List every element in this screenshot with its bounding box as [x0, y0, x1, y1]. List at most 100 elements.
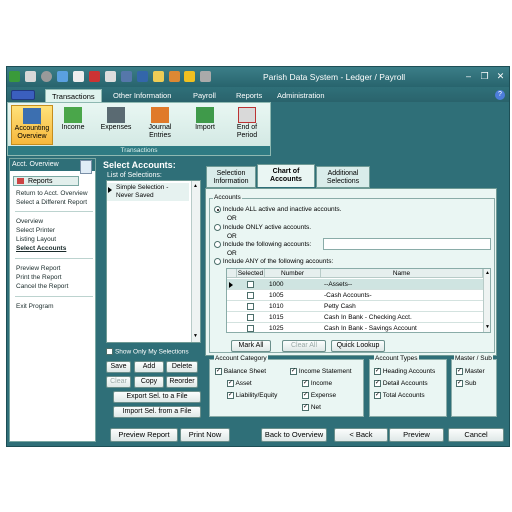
- link-select-accounts[interactable]: Select Accounts: [16, 245, 66, 252]
- save-icon[interactable]: [136, 71, 148, 82]
- row-selected-checkbox[interactable]: [247, 292, 254, 299]
- print-now-button[interactable]: Print Now: [180, 428, 230, 442]
- checkbox[interactable]: ✓: [374, 392, 381, 399]
- reorder-button[interactable]: Reorder: [166, 376, 198, 388]
- scroll-down-icon[interactable]: ▼: [485, 324, 490, 330]
- ribbon-journal-entries-button[interactable]: Journal Entries: [142, 105, 178, 145]
- checkbox[interactable]: ✓: [290, 368, 297, 375]
- refresh-icon[interactable]: [56, 71, 68, 82]
- checkbox[interactable]: ✓: [302, 392, 309, 399]
- delete-button[interactable]: Delete: [166, 361, 198, 373]
- restore-button[interactable]: ❐: [478, 71, 491, 82]
- preview-button[interactable]: Preview: [389, 428, 444, 442]
- copy-button[interactable]: Copy: [134, 376, 164, 388]
- checkbox[interactable]: ✓: [302, 380, 309, 387]
- link-cancel-report[interactable]: Cancel the Report: [16, 283, 68, 290]
- option-include-all[interactable]: Include ALL active and inactive accounts…: [214, 206, 341, 213]
- add-button[interactable]: Add: [134, 361, 164, 373]
- heading-accounts-option[interactable]: ✓ Heading Accounts: [374, 368, 435, 375]
- import-selection-button[interactable]: Import Sel. from a File: [113, 406, 201, 418]
- total-accounts-option[interactable]: ✓ Total Accounts: [374, 392, 425, 399]
- ribbon-end-of-period-button[interactable]: End of Period: [230, 105, 264, 145]
- link-preview-report[interactable]: Preview Report: [16, 265, 60, 272]
- scroll-up-icon[interactable]: ▲: [193, 183, 198, 189]
- expense-option[interactable]: ✓ Expense: [302, 392, 336, 399]
- liability-equity-option[interactable]: ✓ Liability/Equity: [227, 392, 277, 399]
- back-icon[interactable]: [24, 71, 36, 82]
- link-select-printer[interactable]: Select Printer: [16, 227, 55, 234]
- table-row[interactable]: 1005 -Cash Accounts-: [227, 290, 483, 301]
- radio-button[interactable]: [214, 206, 221, 213]
- help-icon[interactable]: ?: [495, 90, 505, 100]
- balance-sheet-option[interactable]: ✓ Balance Sheet: [215, 368, 266, 375]
- close-button[interactable]: ✕: [494, 71, 507, 82]
- column-header-name[interactable]: Name: [321, 269, 483, 278]
- selections-list[interactable]: Simple Selection - Never Saved ▲ ▼: [106, 180, 201, 343]
- scroll-up-icon[interactable]: ▲: [485, 270, 490, 276]
- clear-button[interactable]: Clear: [106, 376, 131, 388]
- row-selected-checkbox[interactable]: [247, 314, 254, 321]
- link-return-to-acct-overview[interactable]: Return to Acct. Overview: [16, 190, 88, 197]
- clear-all-button[interactable]: Clear All: [282, 340, 326, 352]
- quick-lookup-button[interactable]: Quick Lookup: [331, 340, 385, 352]
- link-listing-layout[interactable]: Listing Layout: [16, 236, 56, 243]
- link-exit-program[interactable]: Exit Program: [16, 303, 54, 310]
- ribbon-accounting-overview-button[interactable]: Accounting Overview: [11, 105, 53, 145]
- checkbox[interactable]: ✓: [302, 404, 309, 411]
- checkbox[interactable]: ✓: [456, 368, 463, 375]
- option-include-following[interactable]: Include the following accounts:: [214, 241, 311, 248]
- tab-additional-selections[interactable]: Additional Selections: [316, 166, 370, 188]
- net-option[interactable]: ✓ Net: [302, 404, 321, 411]
- back-to-overview-button[interactable]: Back to Overview: [261, 428, 327, 442]
- column-header-selected[interactable]: Selected: [237, 269, 265, 278]
- income-option[interactable]: ✓ Income: [302, 380, 332, 387]
- master-option[interactable]: ✓ Master: [456, 368, 485, 375]
- radio-button[interactable]: [214, 241, 221, 248]
- tab-reports[interactable]: Reports: [230, 89, 268, 102]
- column-header-number[interactable]: Number: [265, 269, 321, 278]
- back-button[interactable]: < Back: [334, 428, 388, 442]
- export-selection-button[interactable]: Export Sel. to a File: [113, 391, 201, 403]
- following-accounts-input[interactable]: [323, 238, 491, 250]
- checkbox[interactable]: ✓: [227, 392, 234, 399]
- new-document-icon[interactable]: [72, 71, 84, 82]
- calendar-icon[interactable]: [120, 71, 132, 82]
- checkbox[interactable]: ✓: [215, 368, 222, 375]
- list-scrollbar[interactable]: ▲ ▼: [191, 181, 200, 342]
- mark-all-button[interactable]: Mark All: [231, 340, 271, 352]
- ribbon-income-button[interactable]: Income: [57, 105, 89, 145]
- search-icon[interactable]: [152, 71, 164, 82]
- ribbon-import-button[interactable]: Import: [188, 105, 222, 145]
- tab-payroll[interactable]: Payroll: [187, 89, 222, 102]
- tab-chart-of-accounts[interactable]: Chart of Accounts: [257, 164, 315, 187]
- table-row[interactable]: 1000 --Assets--: [227, 279, 483, 290]
- table-row[interactable]: 1015 Cash In Bank - Checking Acct.: [227, 312, 483, 323]
- radio-button[interactable]: [214, 224, 221, 231]
- ribbon-expenses-button[interactable]: Expenses: [97, 105, 135, 145]
- row-selected-checkbox[interactable]: [247, 303, 254, 310]
- settings-icon[interactable]: [200, 71, 212, 82]
- home-icon[interactable]: [168, 71, 180, 82]
- row-selected-checkbox[interactable]: [247, 325, 254, 332]
- sub-option[interactable]: ✓ Sub: [456, 380, 476, 387]
- cancel-button[interactable]: Cancel: [448, 428, 504, 442]
- tab-administration[interactable]: Administration: [271, 89, 331, 102]
- asset-option[interactable]: ✓ Asset: [227, 380, 252, 387]
- link-print-report[interactable]: Print the Report: [16, 274, 62, 281]
- link-overview[interactable]: Overview: [16, 218, 43, 225]
- show-only-my-selections[interactable]: Show Only My Selections: [106, 348, 189, 355]
- accounts-grid[interactable]: Selected Number Name 1000 --Assets-- 100…: [226, 268, 491, 333]
- checkbox[interactable]: ✓: [374, 380, 381, 387]
- list-item[interactable]: Simple Selection - Never Saved: [107, 183, 189, 201]
- table-row[interactable]: 1010 Petty Cash: [227, 301, 483, 312]
- delete-icon[interactable]: [88, 71, 100, 82]
- left-panel-tab-reports[interactable]: Reports: [13, 176, 79, 186]
- table-row[interactable]: 1025 Cash In Bank - Savings Account: [227, 323, 483, 332]
- app-menu-button[interactable]: [11, 90, 35, 100]
- checkbox[interactable]: ✓: [456, 380, 463, 387]
- tab-other-information[interactable]: Other Information: [107, 89, 177, 102]
- checkbox[interactable]: ✓: [374, 368, 381, 375]
- star-icon[interactable]: [184, 71, 196, 82]
- scroll-down-icon[interactable]: ▼: [193, 333, 198, 339]
- minimize-button[interactable]: –: [462, 71, 475, 82]
